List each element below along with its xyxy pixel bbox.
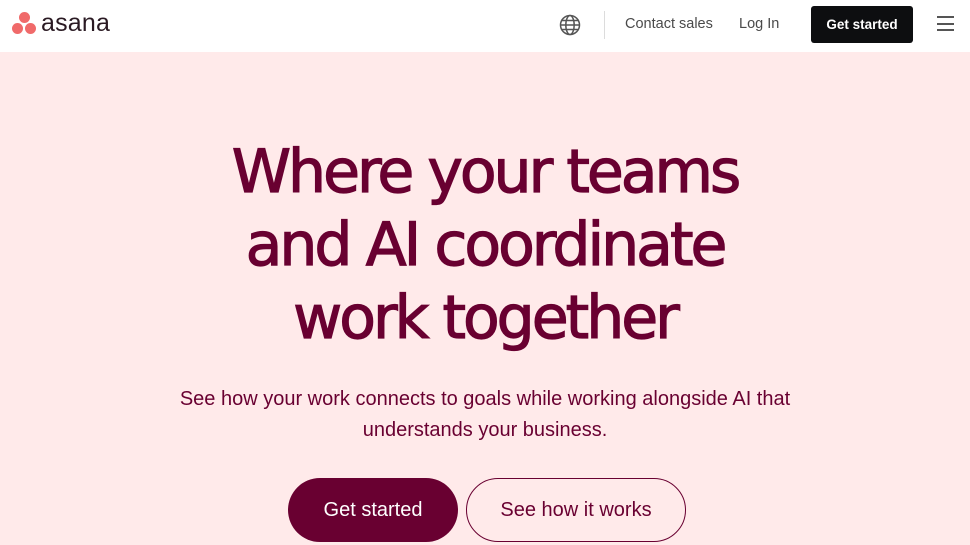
hamburger-menu-icon[interactable] (937, 16, 955, 32)
log-in-link[interactable]: Log In (739, 16, 779, 32)
get-started-button[interactable]: Get started (288, 478, 458, 542)
logo-text: asana (41, 8, 111, 37)
hero-headline-line-2: and AI coordinate (245, 210, 728, 280)
globe-icon[interactable] (559, 14, 581, 36)
hero-section: Where your teams and AI coordinate work … (0, 52, 970, 545)
hero-headline-line-1: Where your teams (231, 137, 742, 207)
top-navigation-bar: asana Contact sales Log In Get started (0, 0, 970, 52)
hero-subhead-line-2: understands your business. (362, 419, 608, 441)
nav-divider (604, 11, 605, 39)
contact-sales-link[interactable]: Contact sales (625, 16, 713, 32)
hero-subhead-line-1: See how your work connects to goals whil… (179, 388, 791, 410)
hero-headline-line-3: work together (293, 283, 681, 353)
asana-logo-icon (11, 11, 37, 37)
see-how-it-works-button[interactable]: See how it works (466, 478, 686, 542)
header-get-started-button[interactable]: Get started (811, 6, 913, 43)
asana-logo[interactable]: asana (11, 8, 111, 38)
